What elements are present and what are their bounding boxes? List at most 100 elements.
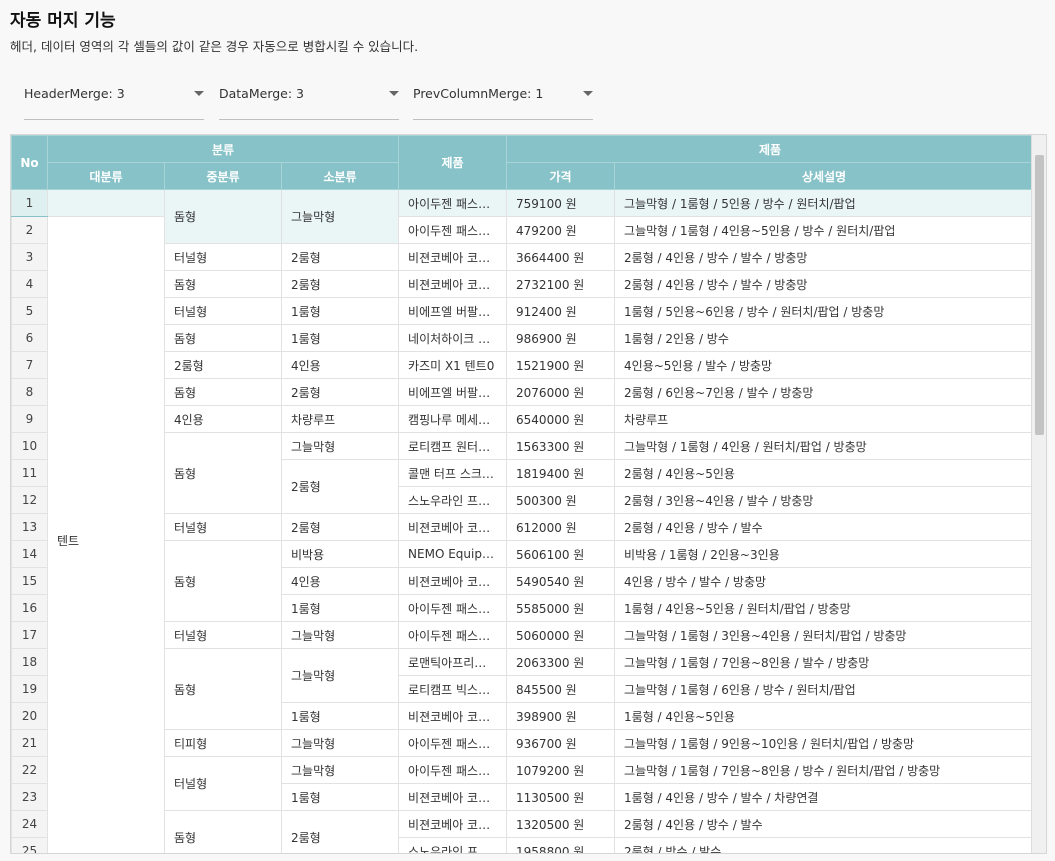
header-detail[interactable]: 상세설명 [614, 162, 1035, 190]
table-row[interactable]: 24 돔형 2룸형 비젼코베아 코… 1320500 원 2룸형 / 4인용 /… [11, 810, 1035, 853]
cell-price[interactable]: 398900 원 [506, 702, 616, 730]
cell-price[interactable]: 1320500 원 [506, 810, 616, 838]
table-row[interactable]: 8 돔형 2룸형 비에프엘 버팔… 2076000 원 2룸형 / 6인용~7인… [11, 378, 1035, 406]
cell-no[interactable]: 3 [11, 243, 48, 271]
table-row[interactable]: 18 돔형 그늘막형 로맨틱아프리카… 2063300 원 그늘막형 / 1룸형… [11, 648, 1035, 730]
cell-product[interactable]: 아이두젠 패스… [398, 729, 508, 757]
cell-no[interactable]: 25 [11, 837, 48, 853]
cell-detail[interactable]: 그늘막형 / 1룸형 / 9인용~10인용 / 원터치/팝업 / 방충망 [614, 729, 1035, 757]
cell-no[interactable]: 14 [11, 540, 48, 568]
cell-middle[interactable]: 터널형 [164, 621, 282, 649]
cell-minor[interactable]: 1룸형 [280, 594, 400, 622]
cell-price[interactable]: 5585000 원 [506, 594, 616, 622]
cell-detail[interactable]: 그늘막형 / 1룸형 / 7인용~8인용 / 방수 / 원터치/팝업 / 방충망 [614, 756, 1035, 784]
cell-product[interactable]: 로맨틱아프리카… [398, 648, 508, 676]
header-product[interactable]: 제품 [398, 135, 508, 190]
cell-no[interactable]: 20 [11, 702, 48, 730]
cell-price[interactable]: 5060000 원 [506, 621, 616, 649]
cell-detail[interactable]: 비박용 / 1룸형 / 2인용~3인용 [614, 540, 1035, 568]
cell-price[interactable]: 1958800 원 [506, 837, 616, 853]
cell-price[interactable]: 936700 원 [506, 729, 616, 757]
cell-no[interactable]: 12 [11, 486, 48, 514]
cell-product[interactable]: 카즈미 X1 텐트0 [398, 351, 508, 379]
cell-product[interactable]: 아이두젠 패스… [398, 594, 508, 622]
cell-middle[interactable]: 터널형 [164, 297, 282, 325]
cell-product[interactable]: 비젼코베아 코… [398, 783, 508, 811]
table-row[interactable]: 5 터널형 1룸형 비에프엘 버팔… 912400 원 1룸형 / 5인용~6인… [11, 297, 1035, 325]
cell-middle[interactable]: 돔형 [164, 648, 282, 730]
data-grid[interactable]: No 분류 제품 제품 대분류 중분류 소분류 가격 상세설명 1 돔형 그늘막… [10, 134, 1047, 854]
cell-no[interactable]: 23 [11, 783, 48, 811]
cell-product[interactable]: 비에프엘 버팔… [398, 297, 508, 325]
table-row[interactable]: 17 터널형 그늘막형 아이두젠 패스… 5060000 원 그늘막형 / 1룸… [11, 621, 1035, 649]
cell-product[interactable]: 로티캠프 원터… [398, 432, 508, 460]
header-major-category[interactable]: 대분류 [47, 162, 165, 190]
cell-no[interactable]: 22 [11, 756, 48, 784]
cell-detail[interactable]: 4인용 / 방수 / 발수 / 방충망 [614, 567, 1035, 595]
cell-product[interactable]: 비젼코베아 코… [398, 810, 508, 838]
cell-price[interactable]: 2076000 원 [506, 378, 616, 406]
cell-product[interactable]: 아이두젠 패스… [398, 189, 508, 217]
cell-price[interactable]: 986900 원 [506, 324, 616, 352]
scrollbar-thumb[interactable] [1035, 155, 1044, 435]
cell-product[interactable]: 네이처하이크 … [398, 324, 508, 352]
cell-product[interactable]: 아이두젠 패스… [398, 216, 508, 244]
cell-detail[interactable]: 2룸형 / 4인용 / 방수 / 발수 / 방충망 [614, 243, 1035, 271]
cell-detail[interactable]: 그늘막형 / 1룸형 / 6인용 / 방수 / 원터치/팝업 [614, 675, 1035, 703]
cell-middle[interactable]: 돔형 [164, 540, 282, 622]
table-row[interactable]: 21 티피형 그늘막형 아이두젠 패스… 936700 원 그늘막형 / 1룸형… [11, 729, 1035, 757]
cell-product[interactable]: 스노우라인 프… [398, 486, 508, 514]
cell-price[interactable]: 1521900 원 [506, 351, 616, 379]
cell-detail[interactable]: 1룸형 / 4인용~5인용 / 원터치/팝업 / 방충망 [614, 594, 1035, 622]
cell-no[interactable]: 5 [11, 297, 48, 325]
cell-detail[interactable]: 2룸형 / 4인용 / 방수 / 발수 / 방충망 [614, 270, 1035, 298]
cell-product[interactable]: 스노우라인 프… [398, 837, 508, 853]
cell-price[interactable]: 500300 원 [506, 486, 616, 514]
cell-minor[interactable]: 1룸형 [280, 297, 400, 325]
cell-minor[interactable]: 차량루프 [280, 405, 400, 433]
cell-no[interactable]: 2 [11, 216, 48, 244]
cell-product[interactable]: 로티캠프 빅스… [398, 675, 508, 703]
cell-price[interactable]: 2063300 원 [506, 648, 616, 676]
table-row[interactable]: 9 4인용 차량루프 캠핑나루 메세… 6540000 원 차량루프 [11, 405, 1035, 433]
header-merge-select[interactable]: HeaderMerge: 3 [24, 80, 204, 120]
cell-minor[interactable]: 1룸형 [280, 324, 400, 352]
header-category-group[interactable]: 분류 [46, 135, 400, 163]
cell-price[interactable]: 612000 원 [506, 513, 616, 541]
cell-price[interactable]: 912400 원 [506, 297, 616, 325]
header-middle-category[interactable]: 중분류 [164, 162, 282, 190]
cell-product[interactable]: 비젼코베아 코… [398, 702, 508, 730]
cell-no[interactable]: 19 [11, 675, 48, 703]
cell-price[interactable]: 1130500 원 [506, 783, 616, 811]
cell-price[interactable]: 1079200 원 [506, 756, 616, 784]
header-no[interactable]: No [11, 135, 48, 190]
header-product-group[interactable]: 제품 [506, 135, 1035, 163]
cell-product[interactable]: 콜맨 터프 스크… [398, 459, 508, 487]
cell-minor[interactable]: 4인용 [280, 351, 400, 379]
cell-product[interactable]: 비젼코베아 코… [398, 270, 508, 298]
table-row[interactable]: 6 돔형 1룸형 네이처하이크 … 986900 원 1룸형 / 2인용 / 방… [11, 324, 1035, 352]
cell-no[interactable]: 15 [11, 567, 48, 595]
cell-middle[interactable]: 티피형 [164, 729, 282, 757]
cell-minor[interactable]: 그늘막형 [280, 648, 400, 703]
cell-product[interactable]: 아이두젠 패스… [398, 621, 508, 649]
cell-price[interactable]: 6540000 원 [506, 405, 616, 433]
cell-price[interactable]: 479200 원 [506, 216, 616, 244]
cell-no[interactable]: 18 [11, 648, 48, 676]
cell-major[interactable]: 텐트 [47, 216, 165, 853]
cell-middle[interactable]: 돔형 [164, 324, 282, 352]
cell-price[interactable]: 1819400 원 [506, 459, 616, 487]
cell-no[interactable]: 7 [11, 351, 48, 379]
header-minor-category[interactable]: 소분류 [280, 162, 400, 190]
cell-no[interactable]: 24 [11, 810, 48, 838]
cell-product[interactable]: 비젼코베아 코… [398, 567, 508, 595]
table-row[interactable]: 14 돔형 비박용 NEMO Equip… 5606100 원 비박용 / 1룸… [11, 540, 1035, 622]
cell-product[interactable]: 비에프엘 버팔… [398, 378, 508, 406]
cell-price[interactable]: 2732100 원 [506, 270, 616, 298]
cell-minor[interactable]: 2룸형 [280, 378, 400, 406]
cell-minor[interactable]: 2룸형 [280, 243, 400, 271]
cell-detail[interactable]: 2룸형 / 4인용~5인용 [614, 459, 1035, 487]
cell-minor[interactable]: 그늘막형 [280, 729, 400, 757]
cell-middle[interactable]: 돔형 [164, 810, 282, 853]
cell-no[interactable]: 16 [11, 594, 48, 622]
